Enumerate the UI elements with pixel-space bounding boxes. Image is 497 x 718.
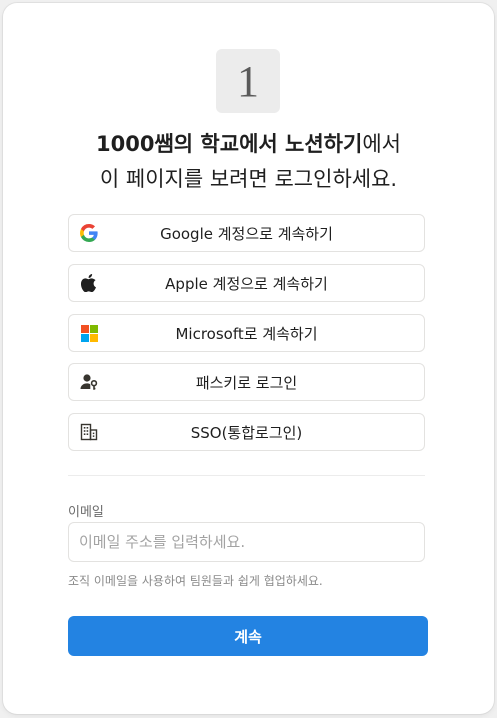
apple-login-label: Apple 계정으로 계속하기 — [165, 274, 328, 293]
microsoft-login-button[interactable]: Microsoft로 계속하기 — [68, 314, 425, 352]
continue-button[interactable]: 계속 — [68, 616, 428, 656]
microsoft-login-label: Microsoft로 계속하기 — [175, 324, 318, 343]
passkey-login-label: 패스키로 로그인 — [195, 373, 298, 392]
building-icon — [80, 423, 98, 441]
sso-login-button[interactable]: SSO(통합로그인) — [68, 413, 425, 451]
email-hint: 조직 이메일을 사용하여 팀원들과 쉽게 협업하세요. — [68, 574, 323, 588]
sso-login-label: SSO(통합로그인) — [190, 423, 303, 442]
email-input[interactable] — [68, 522, 425, 562]
title-line-2: 이 페이지를 보려면 로그인하세요. — [99, 167, 398, 191]
workspace-logo-text: 1 — [237, 56, 259, 106]
divider — [68, 475, 425, 476]
apple-icon — [80, 274, 98, 292]
passkey-icon — [80, 373, 98, 391]
passkey-login-button[interactable]: 패스키로 로그인 — [68, 363, 425, 401]
apple-login-button[interactable]: Apple 계정으로 계속하기 — [68, 264, 425, 302]
google-icon — [80, 224, 98, 242]
google-login-label: Google 계정으로 계속하기 — [160, 224, 333, 243]
workspace-name: 1000쌤의 학교에서 노션하기 — [96, 132, 363, 156]
microsoft-icon — [80, 324, 98, 342]
page-title: 1000쌤의 학교에서 노션하기에서 이 페이지를 보려면 로그인하세요. — [3, 127, 494, 197]
google-login-button[interactable]: Google 계정으로 계속하기 — [68, 214, 425, 252]
login-card: 1 1000쌤의 학교에서 노션하기에서 이 페이지를 보려면 로그인하세요. … — [3, 3, 494, 714]
title-line-1: 1000쌤의 학교에서 노션하기에서 — [3, 127, 494, 162]
continue-label: 계속 — [234, 627, 262, 646]
email-label: 이메일 — [68, 505, 104, 520]
title-line-1-suffix: 에서 — [362, 132, 401, 156]
workspace-logo: 1 — [216, 49, 280, 113]
